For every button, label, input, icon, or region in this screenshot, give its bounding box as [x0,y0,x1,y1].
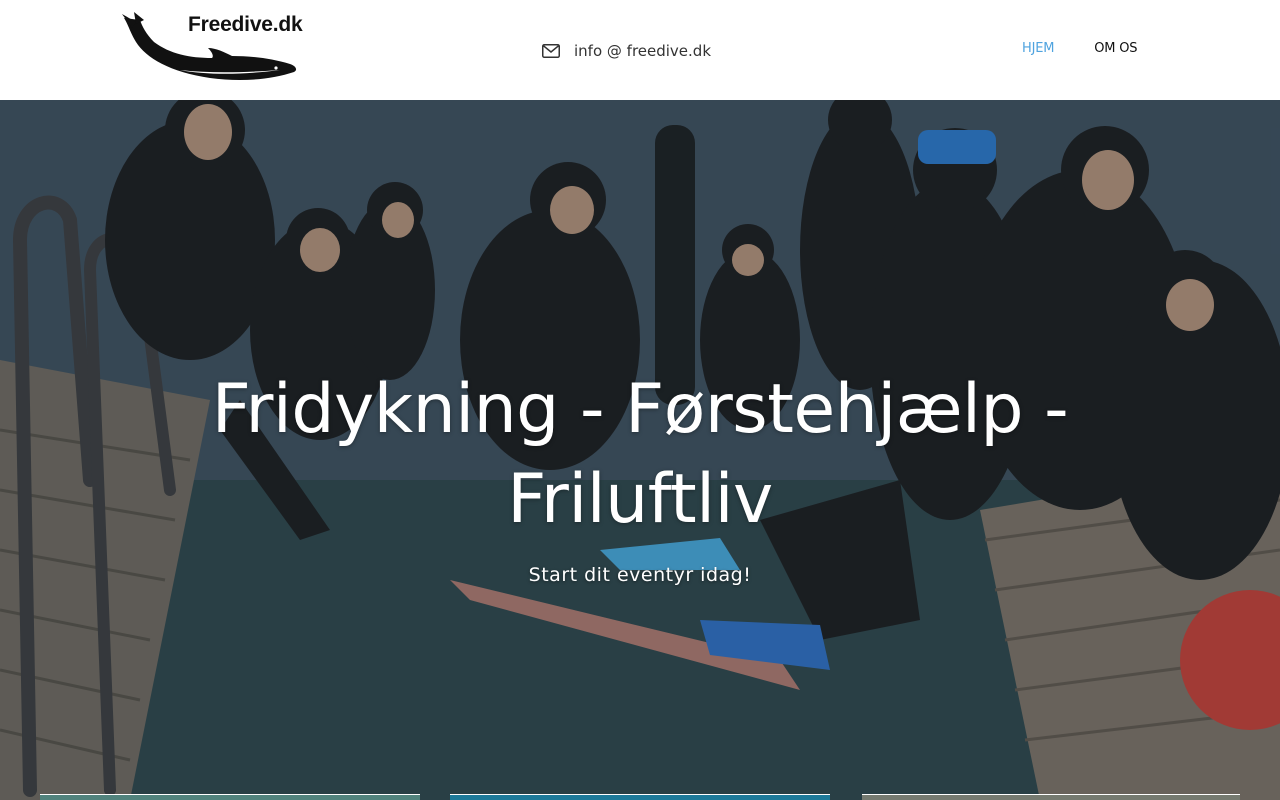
nav-item-hjem[interactable]: HJEM [1022,41,1054,56]
logo-text: Freedive.dk [188,13,303,36]
header-contact[interactable]: info @ freedive.dk [542,40,711,62]
hero-subtitle: Start dit eventyr idag! [528,564,752,586]
hero-section: Fridykning - Førstehjælp - Friluftliv St… [0,100,1280,800]
mail-icon [542,44,560,58]
feature-card[interactable] [450,794,830,800]
nav-item-om-os[interactable]: OM OS [1094,41,1137,56]
hero-title-line-1: Fridykning - Førstehjælp - [211,370,1069,449]
hero-title-line-2: Friluftliv [507,460,773,539]
site-header: Freedive.dk info @ freedive.dk HJEM OM O… [0,0,1280,100]
feature-card[interactable] [862,794,1240,800]
contact-email[interactable]: info @ freedive.dk [574,42,711,60]
feature-cards-strip [0,794,1280,800]
main-nav: HJEM OM OS [1022,41,1138,56]
site-logo[interactable]: Freedive.dk [120,12,303,86]
feature-card[interactable] [40,794,420,800]
hero-title: Fridykning - Førstehjælp - Friluftliv [190,365,1090,545]
